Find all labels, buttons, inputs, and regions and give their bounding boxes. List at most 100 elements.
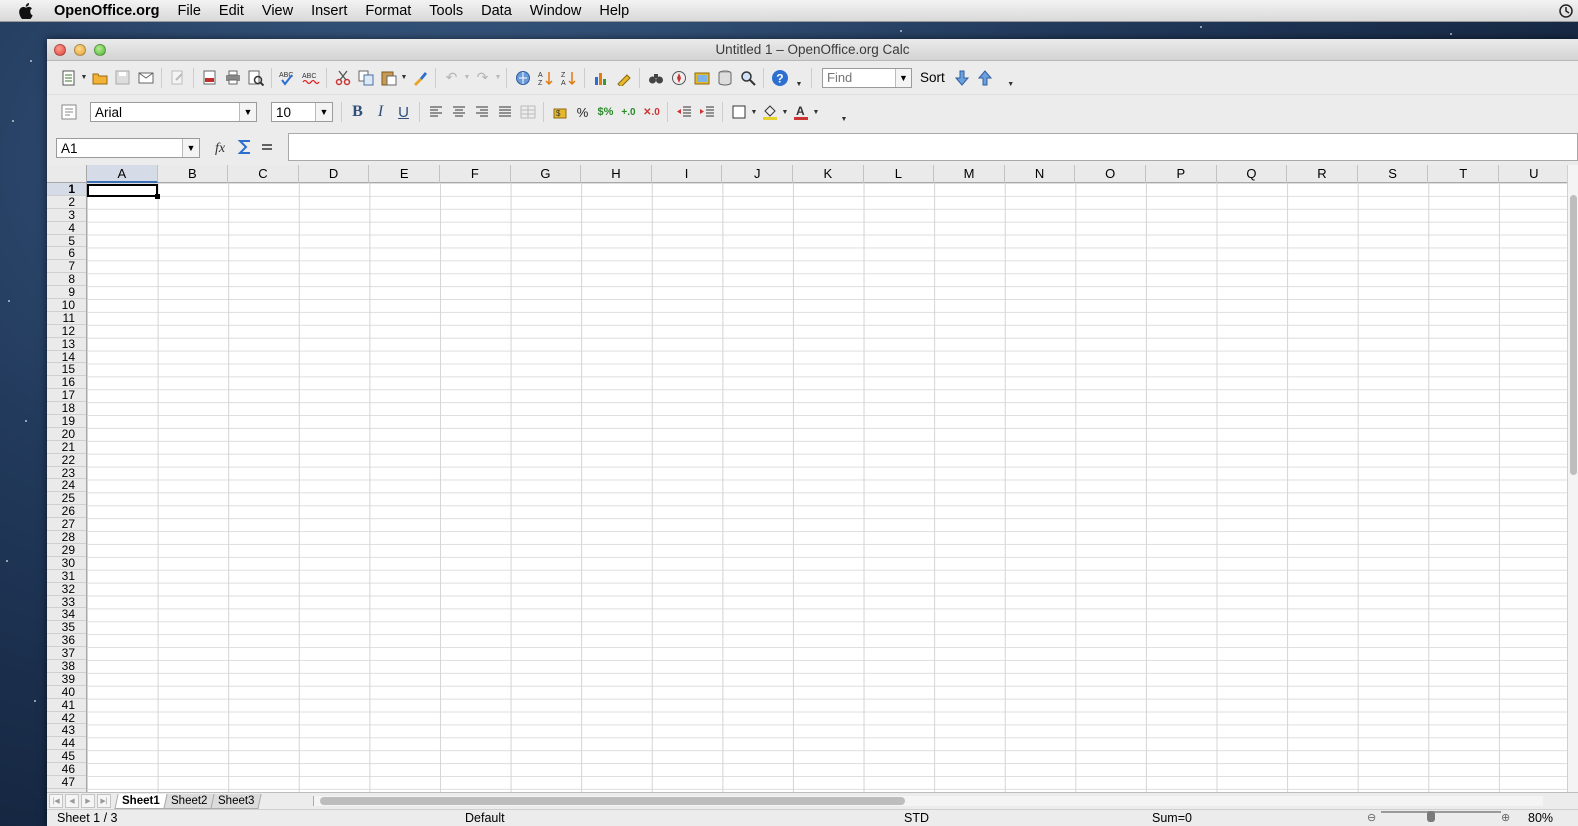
hyperlink-icon[interactable]: [512, 67, 534, 89]
column-header-l[interactable]: L: [864, 165, 935, 183]
toolbar-overflow-icon[interactable]: ▼: [795, 81, 803, 94]
find-toolbar-overflow-icon[interactable]: ▼: [1007, 81, 1015, 94]
menu-tools[interactable]: Tools: [420, 0, 472, 22]
column-header-k[interactable]: K: [793, 165, 864, 183]
menu-format[interactable]: Format: [356, 0, 420, 22]
column-header-j[interactable]: J: [722, 165, 793, 183]
help-icon[interactable]: ?: [769, 67, 791, 89]
zoom-out-icon[interactable]: ⊖: [1367, 811, 1376, 824]
draw-functions-icon[interactable]: [613, 67, 635, 89]
window-titlebar[interactable]: Untitled 1 – OpenOffice.org Calc: [47, 39, 1578, 61]
find-dropdown-icon[interactable]: ▼: [895, 68, 911, 87]
row-header-30[interactable]: 30: [47, 556, 86, 570]
zoom-slider[interactable]: [1381, 811, 1501, 813]
column-header-i[interactable]: I: [652, 165, 723, 183]
borders-dropdown-icon[interactable]: ▼: [750, 109, 758, 116]
print-preview-icon[interactable]: [245, 67, 267, 89]
insert-chart-icon[interactable]: [590, 67, 612, 89]
column-header-g[interactable]: G: [511, 165, 582, 183]
column-header-o[interactable]: O: [1075, 165, 1146, 183]
zoom-icon[interactable]: [737, 67, 759, 89]
selection-mode-status[interactable]: STD: [904, 811, 929, 825]
delete-decimal-icon[interactable]: ✕.0: [641, 101, 663, 123]
font-size-combobox[interactable]: ▼: [271, 102, 333, 122]
function-wizard-icon[interactable]: fx: [212, 139, 234, 158]
find-next-arrow-icon[interactable]: [951, 67, 973, 89]
column-header-c[interactable]: C: [228, 165, 299, 183]
row-header-8[interactable]: 8: [47, 273, 86, 287]
font-size-input[interactable]: [272, 103, 315, 121]
column-header-f[interactable]: F: [440, 165, 511, 183]
font-name-combobox[interactable]: ▼: [90, 102, 257, 122]
row-header-38[interactable]: 38: [47, 660, 86, 673]
sum-icon[interactable]: [234, 139, 256, 158]
redo-dropdown-icon[interactable]: ▼: [494, 74, 502, 81]
row-header-4[interactable]: 4: [47, 221, 86, 235]
column-header-p[interactable]: P: [1146, 165, 1217, 183]
row-header-22[interactable]: 22: [47, 453, 86, 467]
row-header-12[interactable]: 12: [47, 324, 86, 338]
row-header-20[interactable]: 20: [47, 428, 86, 441]
percent-format-icon[interactable]: %: [572, 101, 594, 123]
row-header-3[interactable]: 3: [47, 208, 86, 222]
row-header-29[interactable]: 29: [47, 544, 86, 557]
formula-input[interactable]: [288, 133, 1578, 161]
row-header-41[interactable]: 41: [47, 698, 86, 712]
row-header-28[interactable]: 28: [47, 531, 86, 544]
menu-app-name[interactable]: OpenOffice.org: [52, 0, 169, 22]
column-header-b[interactable]: B: [158, 165, 229, 183]
column-header-m[interactable]: M: [934, 165, 1005, 183]
find-combobox[interactable]: ▼: [822, 67, 912, 88]
sort-ascending-icon[interactable]: AZ: [535, 67, 557, 89]
export-pdf-icon[interactable]: [199, 67, 221, 89]
print-icon[interactable]: [222, 67, 244, 89]
row-header-5[interactable]: 5: [47, 234, 86, 248]
open-folder-icon[interactable]: [89, 67, 111, 89]
row-header-2[interactable]: 2: [47, 195, 86, 209]
italic-icon[interactable]: I: [370, 101, 392, 123]
find-previous-arrow-icon[interactable]: [974, 67, 996, 89]
background-color-icon[interactable]: [759, 101, 781, 123]
menu-help[interactable]: Help: [590, 0, 638, 22]
horizontal-scroll-thumb[interactable]: [320, 797, 905, 805]
column-header-n[interactable]: N: [1005, 165, 1076, 183]
new-document-icon[interactable]: [58, 67, 80, 89]
vertical-scroll-thumb[interactable]: [1570, 195, 1577, 475]
font-color-dropdown-icon[interactable]: ▼: [812, 109, 820, 116]
undo-icon[interactable]: ↶: [441, 67, 463, 89]
column-header-q[interactable]: Q: [1217, 165, 1288, 183]
format-paintbrush-icon[interactable]: [409, 67, 431, 89]
borders-icon[interactable]: [728, 101, 750, 123]
first-sheet-icon[interactable]: |◀: [49, 794, 63, 808]
autospellcheck-icon[interactable]: ABC: [300, 67, 322, 89]
sheet-tab-sheet2[interactable]: Sheet2: [163, 793, 215, 809]
row-header-21[interactable]: 21: [47, 440, 86, 454]
row-header-6[interactable]: 6: [47, 247, 86, 261]
justify-icon[interactable]: [494, 101, 516, 123]
menu-insert[interactable]: Insert: [302, 0, 356, 22]
font-size-dropdown-icon[interactable]: ▼: [315, 103, 332, 121]
function-equals-icon[interactable]: [256, 140, 278, 157]
row-header-47[interactable]: 47: [47, 776, 86, 789]
bold-icon[interactable]: B: [347, 101, 369, 123]
paste-dropdown-icon[interactable]: ▼: [400, 74, 408, 81]
column-header-s[interactable]: S: [1358, 165, 1429, 183]
navigator-icon[interactable]: [668, 67, 690, 89]
font-name-input[interactable]: [91, 103, 239, 121]
sum-status[interactable]: Sum=0: [1152, 811, 1192, 825]
row-header-32[interactable]: 32: [47, 582, 86, 596]
new-dropdown-icon[interactable]: ▼: [80, 74, 88, 81]
apple-menu-icon[interactable]: [0, 2, 52, 19]
zoom-in-icon[interactable]: ⊕: [1501, 811, 1510, 824]
menu-file[interactable]: File: [169, 0, 210, 22]
row-header-13[interactable]: 13: [47, 337, 86, 351]
column-header-t[interactable]: T: [1428, 165, 1499, 183]
row-header-40[interactable]: 40: [47, 685, 86, 699]
vertical-scrollbar[interactable]: [1567, 165, 1578, 792]
next-sheet-icon[interactable]: ▶: [81, 794, 95, 808]
column-header-r[interactable]: R: [1287, 165, 1358, 183]
standard-format-icon[interactable]: $%: [595, 101, 617, 123]
page-style-status[interactable]: Default: [465, 811, 505, 825]
font-color-icon[interactable]: A: [790, 101, 812, 123]
row-header-19[interactable]: 19: [47, 415, 86, 428]
